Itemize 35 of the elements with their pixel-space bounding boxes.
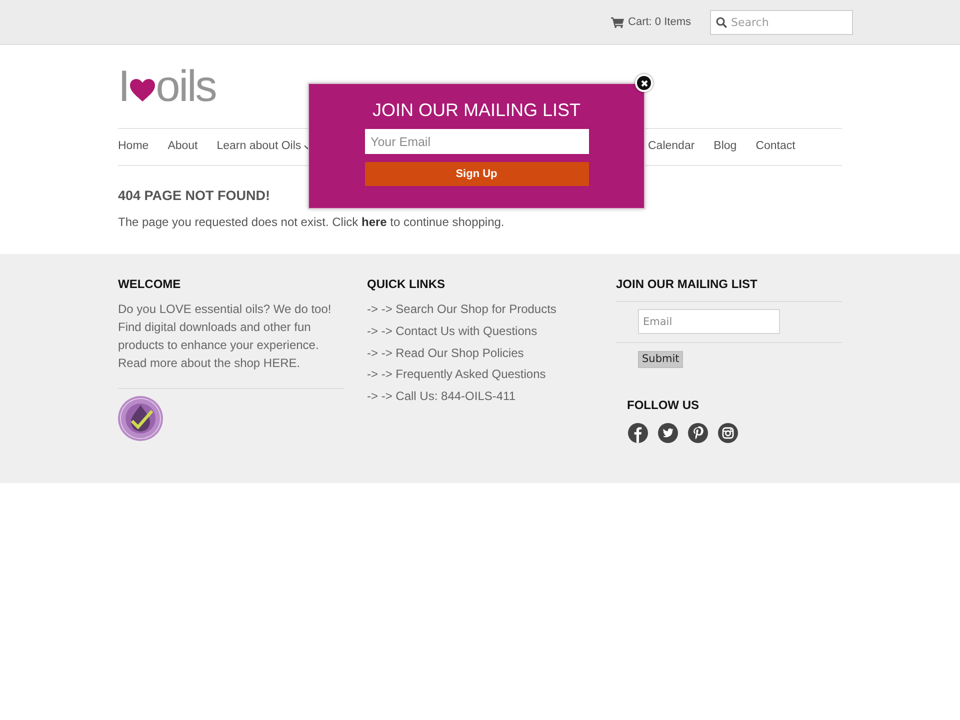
nav-link[interactable]: Home — [118, 138, 149, 156]
popup-title: JOIN OUR MAILING LIST — [372, 99, 581, 121]
search-field[interactable]: Search — [710, 10, 853, 34]
heart-icon — [130, 79, 155, 102]
error-message: The page you requested does not exist. Click here to continue shopping. — [118, 214, 506, 231]
search-icon — [716, 16, 727, 28]
close-icon — [640, 80, 648, 86]
cart-link[interactable]: Cart: 0 Items — [611, 14, 691, 30]
quick-link[interactable]: -> -> Contact Us with Questions — [367, 322, 538, 340]
nav-link[interactable]: Contact — [756, 138, 796, 156]
here-link[interactable]: here — [361, 215, 387, 229]
quick-link[interactable]: -> -> Search Our Shop for Products — [367, 300, 556, 318]
email-field[interactable]: Email — [638, 309, 780, 334]
quick-link[interactable]: -> -> Call Us: 844-OILS-411 — [367, 387, 516, 405]
nav-link[interactable]: Blog — [714, 138, 737, 156]
footer-heading: WELCOME — [118, 276, 182, 293]
cart-icon — [611, 16, 624, 28]
nav-link[interactable]: About — [168, 138, 198, 156]
welcome-text: Do you LOVE essential oils? We do too! Find digital downloads and other fun products to enhance your experience. Read more about the shop HERE. — [118, 301, 332, 372]
nav-link[interactable]: Calendar — [648, 138, 695, 156]
check-seal-icon — [118, 396, 163, 441]
footer-heading: JOIN OUR MAILING LIST — [616, 276, 758, 293]
quick-link[interactable]: -> -> Read Our Shop Policies — [367, 344, 524, 362]
sign-up-button[interactable]: Sign Up — [364, 162, 588, 186]
close-button[interactable] — [635, 74, 653, 92]
email-field[interactable]: Your Email — [364, 129, 588, 154]
twitter-icon[interactable] — [658, 423, 678, 443]
submit-button[interactable]: Submit — [638, 351, 684, 368]
page-title: 404 PAGE NOT FOUND! — [118, 187, 272, 205]
pinterest-icon[interactable] — [688, 423, 708, 443]
footer-heading: FOLLOW US — [627, 397, 700, 414]
facebook-icon[interactable] — [628, 423, 648, 443]
quick-link[interactable]: -> -> Frequently Asked Questions — [367, 365, 546, 384]
instagram-icon[interactable] — [718, 423, 738, 443]
footer-heading: QUICK LINKS — [367, 276, 446, 293]
